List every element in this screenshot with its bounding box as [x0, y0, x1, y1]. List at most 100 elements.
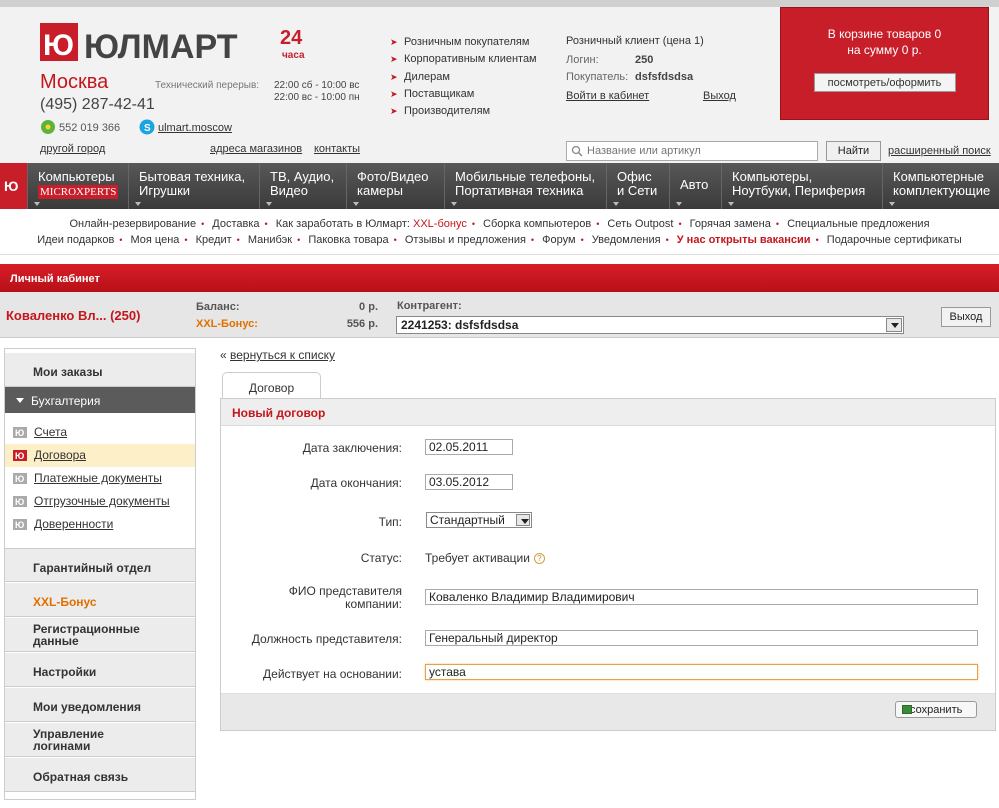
- sidebar-subitem-payment-docs[interactable]: Ю Платежные документы: [5, 467, 195, 490]
- sublink[interactable]: Подарочные сертификаты: [827, 234, 962, 246]
- sidebar-item-settings[interactable]: Настройки: [5, 653, 195, 687]
- nav-auto[interactable]: Авто: [669, 163, 721, 209]
- contractor-label: Контрагент:: [397, 300, 462, 312]
- sidebar-subitem-contracts[interactable]: Ю Договора: [5, 444, 195, 467]
- date-end-label: Дата окончания:: [310, 476, 402, 490]
- sublink[interactable]: Паковка товара: [308, 234, 388, 246]
- enter-cabinet-link[interactable]: Войти в кабинет: [566, 90, 649, 102]
- customer-link[interactable]: ➤ Розничным покупателям: [390, 34, 537, 51]
- nav-photo-video[interactable]: Фото/Видео камеры: [346, 163, 444, 209]
- microxperts-badge: MICROXPERTS: [38, 185, 119, 199]
- sidebar-subitem-label[interactable]: Договора: [34, 448, 86, 462]
- sublink[interactable]: Уведомления: [592, 234, 661, 246]
- sidebar-item-notifications[interactable]: Мои уведомления: [5, 688, 195, 722]
- nav-computers[interactable]: Компьютеры MICROXPERTS: [27, 163, 128, 209]
- nav-office[interactable]: Офис и Сети: [606, 163, 669, 209]
- sidebar-subitem-label[interactable]: Отгрузочные документы: [34, 494, 170, 508]
- contractor-select[interactable]: 2241253: dsfsfdsdsa: [396, 316, 904, 334]
- sidebar-subitem-label[interactable]: Платежные документы: [34, 471, 162, 485]
- back-to-list-link[interactable]: вернуться к списку: [230, 348, 335, 362]
- sublink[interactable]: Горячая замена: [690, 218, 771, 230]
- arrow-right-icon: ➤: [390, 37, 398, 47]
- arrow-right-icon: ➤: [390, 54, 398, 65]
- ulmart-mini-icon: Ю: [13, 496, 27, 507]
- advanced-search-link[interactable]: расширенный поиск: [888, 145, 991, 157]
- svg-text:ЮЛМАРТ: ЮЛМАРТ: [84, 28, 238, 66]
- sublink[interactable]: Онлайн-резервирование: [69, 218, 196, 230]
- sidebar-item-registration[interactable]: Регистрационные данные: [5, 618, 195, 652]
- fio-input[interactable]: [425, 589, 978, 605]
- sublink[interactable]: Отзывы и предложения: [405, 234, 526, 246]
- nav-notebooks[interactable]: Компьютеры, Ноутбуки, Периферия: [721, 163, 882, 209]
- view-cart-button[interactable]: посмотреть/оформить: [813, 73, 956, 92]
- sidebar-item-accounting[interactable]: Бухгалтерия: [5, 387, 195, 413]
- sublink[interactable]: Специальные предложения: [787, 218, 929, 230]
- nav-label: Видео: [270, 183, 308, 198]
- main-nav: Ю Компьютеры MICROXPERTS Бытовая техника,…: [0, 163, 999, 209]
- basis-input[interactable]: [425, 664, 978, 680]
- store-addresses-link[interactable]: адреса магазинов: [210, 143, 302, 155]
- sublink[interactable]: Форум: [542, 234, 575, 246]
- nav-appliances[interactable]: Бытовая техника, Игрушки: [128, 163, 259, 209]
- back-to-list: « вернуться к списку: [220, 348, 335, 362]
- sidebar-subitem-proxies[interactable]: Ю Доверенности: [5, 513, 195, 536]
- vacancies-link[interactable]: У нас открыты вакансии: [677, 234, 811, 246]
- nav-label: комплектующие: [893, 183, 991, 198]
- sidebar-item-logins[interactable]: Управление логинами: [5, 723, 195, 757]
- nav-label: Компьютерные: [893, 169, 985, 184]
- account-name[interactable]: Коваленко Вл... (250): [6, 308, 140, 323]
- tab-contract[interactable]: Договор: [222, 372, 321, 399]
- cabinet-title-bar: Личный кабинет: [0, 264, 999, 292]
- date-end-input[interactable]: [425, 474, 513, 490]
- sidebar-item-feedback[interactable]: Обратная связь: [5, 758, 195, 792]
- search-input[interactable]: [587, 143, 815, 159]
- customer-link[interactable]: ➤ Поставщикам: [390, 86, 537, 103]
- svg-text:Ю: Ю: [15, 474, 24, 484]
- sublink[interactable]: Манибэк: [248, 234, 292, 246]
- nav-label: ТВ, Аудио,: [270, 169, 335, 184]
- nav-logo[interactable]: Ю: [0, 163, 27, 209]
- nav-components[interactable]: Компьютерные комплектующие: [882, 163, 999, 209]
- sublink[interactable]: Сборка компьютеров: [483, 218, 591, 230]
- nav-mobile[interactable]: Мобильные телефоны, Портативная техника: [444, 163, 606, 209]
- nav-tv-audio[interactable]: ТВ, Аудио, Видео: [259, 163, 346, 209]
- sidebar-subitem-invoices[interactable]: Ю Счета: [5, 421, 195, 444]
- sidebar-subitem-label[interactable]: Счета: [34, 425, 67, 439]
- svg-text:Ю: Ю: [15, 451, 24, 461]
- chevron-down-icon: [613, 202, 619, 206]
- cart-sum: на сумму 0 р.: [847, 43, 922, 57]
- sidebar-item-my-orders[interactable]: Мои заказы: [5, 353, 195, 387]
- customer-link[interactable]: ➤ Дилерам: [390, 69, 537, 86]
- sublink[interactable]: Идеи подарков: [37, 234, 114, 246]
- sidebar-item-xxl-bonus[interactable]: XXL-Бонус: [5, 583, 195, 617]
- logout-button[interactable]: Выход: [941, 307, 991, 327]
- save-button[interactable]: сохранить: [895, 701, 977, 718]
- find-button[interactable]: Найти: [826, 141, 881, 161]
- xxl-bonus-label: XXL-Бонус:: [196, 318, 258, 330]
- help-icon[interactable]: ?: [533, 553, 545, 564]
- customer-link[interactable]: ➤ Производителям: [390, 103, 537, 120]
- sublink[interactable]: Доставка: [212, 218, 259, 230]
- type-select[interactable]: Стандартный: [426, 512, 532, 528]
- icq-number: 552 019 366: [59, 122, 121, 134]
- sidebar-subitem-label[interactable]: Доверенности: [34, 517, 113, 531]
- nav-label: и Сети: [617, 183, 658, 198]
- sublink[interactable]: Моя цена: [131, 234, 180, 246]
- svg-text:S: S: [144, 123, 151, 134]
- sublink[interactable]: Как заработать в Юлмарт: XXL-бонус: [276, 218, 467, 230]
- position-input[interactable]: [425, 630, 978, 646]
- contacts-link[interactable]: контакты: [314, 143, 360, 155]
- svg-text:Ю: Ю: [43, 29, 74, 62]
- ulmart-logo[interactable]: Ю ЮЛМАРТ 24 часа: [40, 20, 310, 70]
- date-conclusion-input[interactable]: [425, 439, 513, 455]
- sidebar-item-warranty[interactable]: Гарантийный отдел: [5, 548, 195, 582]
- sublink[interactable]: Сеть Outpost: [607, 218, 673, 230]
- sidebar-subitem-shipping-docs[interactable]: Ю Отгрузочные документы: [5, 490, 195, 513]
- skype-link[interactable]: ulmart.moscow: [158, 122, 232, 134]
- header-exit-link[interactable]: Выход: [703, 90, 736, 102]
- customer-link[interactable]: ➤ Корпоративным клиентам: [390, 51, 537, 68]
- other-city-link[interactable]: другой город: [40, 143, 105, 155]
- ulmart-mini-logo: Ю: [4, 178, 18, 194]
- balance-label: Баланс:: [196, 301, 240, 313]
- sublink[interactable]: Кредит: [196, 234, 232, 246]
